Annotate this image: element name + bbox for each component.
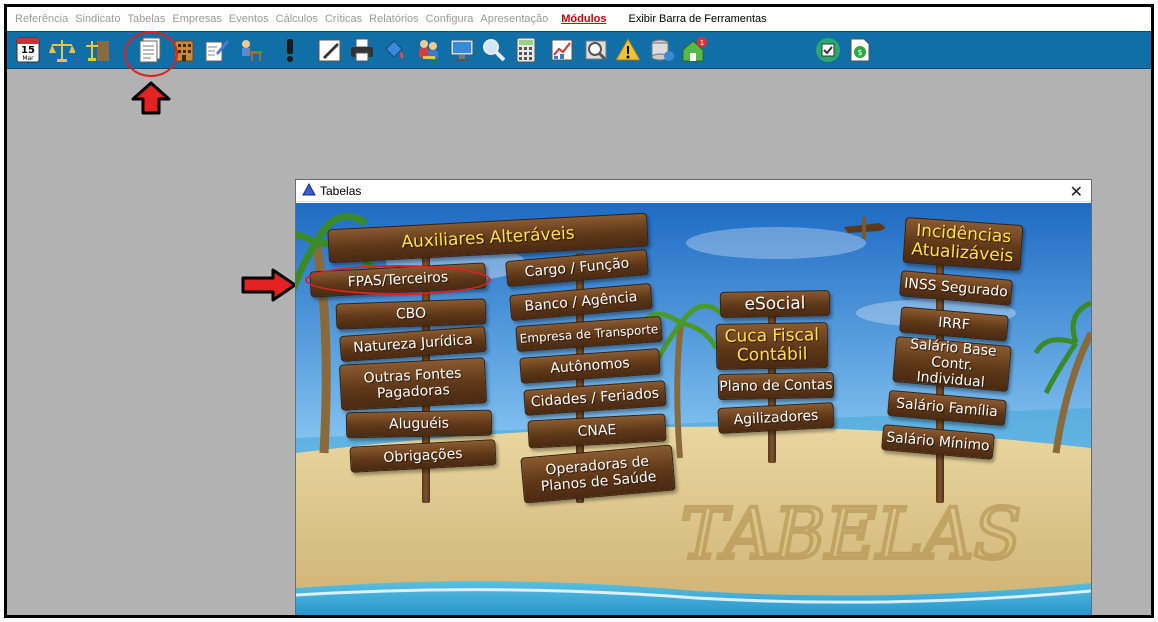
menu-exibir-barra[interactable]: Exibir Barra de Ferramentas bbox=[628, 13, 766, 25]
sign-outras-fontes-pagadoras[interactable]: Outras Fontes Pagadoras bbox=[338, 357, 488, 411]
scales-building-icon[interactable] bbox=[83, 35, 113, 65]
calculator-icon[interactable] bbox=[511, 35, 541, 65]
users-key-icon[interactable] bbox=[413, 35, 443, 65]
svg-text:1: 1 bbox=[700, 39, 704, 47]
menu-eventos[interactable]: Eventos bbox=[229, 13, 269, 25]
money-document-icon[interactable]: $ bbox=[845, 35, 875, 65]
menu-empresas[interactable]: Empresas bbox=[172, 13, 222, 25]
beach-scene: TABELAS Auxiliares Alteráveis FPAS/Terce… bbox=[296, 203, 1091, 615]
events-checklist-icon[interactable] bbox=[201, 35, 231, 65]
svg-text:$: $ bbox=[857, 48, 862, 57]
edit-pencil-icon[interactable] bbox=[315, 35, 345, 65]
worker-desk-icon[interactable] bbox=[235, 35, 265, 65]
sign-esocial[interactable]: eSocial bbox=[719, 290, 831, 318]
highlight-circle bbox=[124, 31, 178, 77]
menu-criticas[interactable]: Críticas bbox=[325, 13, 362, 25]
sand-text: TABELAS bbox=[681, 493, 1022, 575]
up-arrow-annotation bbox=[131, 81, 171, 120]
sign-plano-contas[interactable]: Plano de Contas bbox=[717, 371, 835, 401]
menu-tabelas[interactable]: Tabelas bbox=[127, 13, 165, 25]
warning-icon[interactable] bbox=[613, 35, 643, 65]
app-logo-icon bbox=[302, 182, 316, 199]
menu-calculos[interactable]: Cálculos bbox=[276, 13, 318, 25]
printer-icon[interactable] bbox=[347, 35, 377, 65]
menu-relatorios[interactable]: Relatórios bbox=[369, 13, 419, 25]
menu-sindicato[interactable]: Sindicato bbox=[75, 13, 120, 25]
sign-cuca-fiscal-contabil[interactable]: Cuca Fiscal Contábil bbox=[715, 322, 829, 370]
home-notification-icon[interactable]: 1 bbox=[679, 35, 709, 65]
menu-configura[interactable]: Configura bbox=[426, 13, 474, 25]
sign-salario-base[interactable]: Salário Base Contr. Individual bbox=[892, 336, 1012, 392]
sign-alugueis[interactable]: Aluguéis bbox=[345, 409, 493, 439]
fpas-highlight-ellipse bbox=[305, 265, 491, 295]
menu-modulos[interactable]: Módulos bbox=[561, 13, 606, 25]
sign-incidencias-atualizaveis: Incidências Atualizáveis bbox=[902, 216, 1024, 272]
toolbar: 15 Mar 1 $ bbox=[7, 31, 1151, 69]
menu-referencia[interactable]: Referência bbox=[15, 13, 68, 25]
database-globe-icon[interactable] bbox=[647, 35, 677, 65]
svg-text:Mar: Mar bbox=[22, 55, 34, 62]
menu-apresentacao[interactable]: Apresentação bbox=[480, 13, 548, 25]
window-title: Tabelas bbox=[320, 183, 362, 198]
paint-bucket-icon[interactable] bbox=[379, 35, 409, 65]
window-title-bar[interactable]: Tabelas bbox=[296, 180, 1091, 202]
calendar-icon[interactable]: 15 Mar bbox=[13, 35, 43, 65]
magnifier-icon[interactable] bbox=[479, 35, 509, 65]
right-arrow-annotation bbox=[241, 268, 297, 307]
report-chart-icon[interactable] bbox=[547, 35, 577, 65]
close-icon[interactable]: ✕ bbox=[1070, 182, 1083, 202]
monitor-icon[interactable] bbox=[447, 35, 477, 65]
app-frame: Referência Sindicato Tabelas Empresas Ev… bbox=[4, 4, 1154, 618]
sign-cbo[interactable]: CBO bbox=[335, 298, 487, 330]
exclamation-icon[interactable] bbox=[275, 35, 305, 65]
tabelas-window: Tabelas ✕ TABELAS Auxiliares Alteráveis … bbox=[295, 179, 1092, 615]
checkbox-icon[interactable] bbox=[813, 35, 843, 65]
menu-bar: Referência Sindicato Tabelas Empresas Ev… bbox=[7, 7, 1151, 31]
zoom-search-icon[interactable] bbox=[581, 35, 611, 65]
scales-icon[interactable] bbox=[47, 35, 77, 65]
